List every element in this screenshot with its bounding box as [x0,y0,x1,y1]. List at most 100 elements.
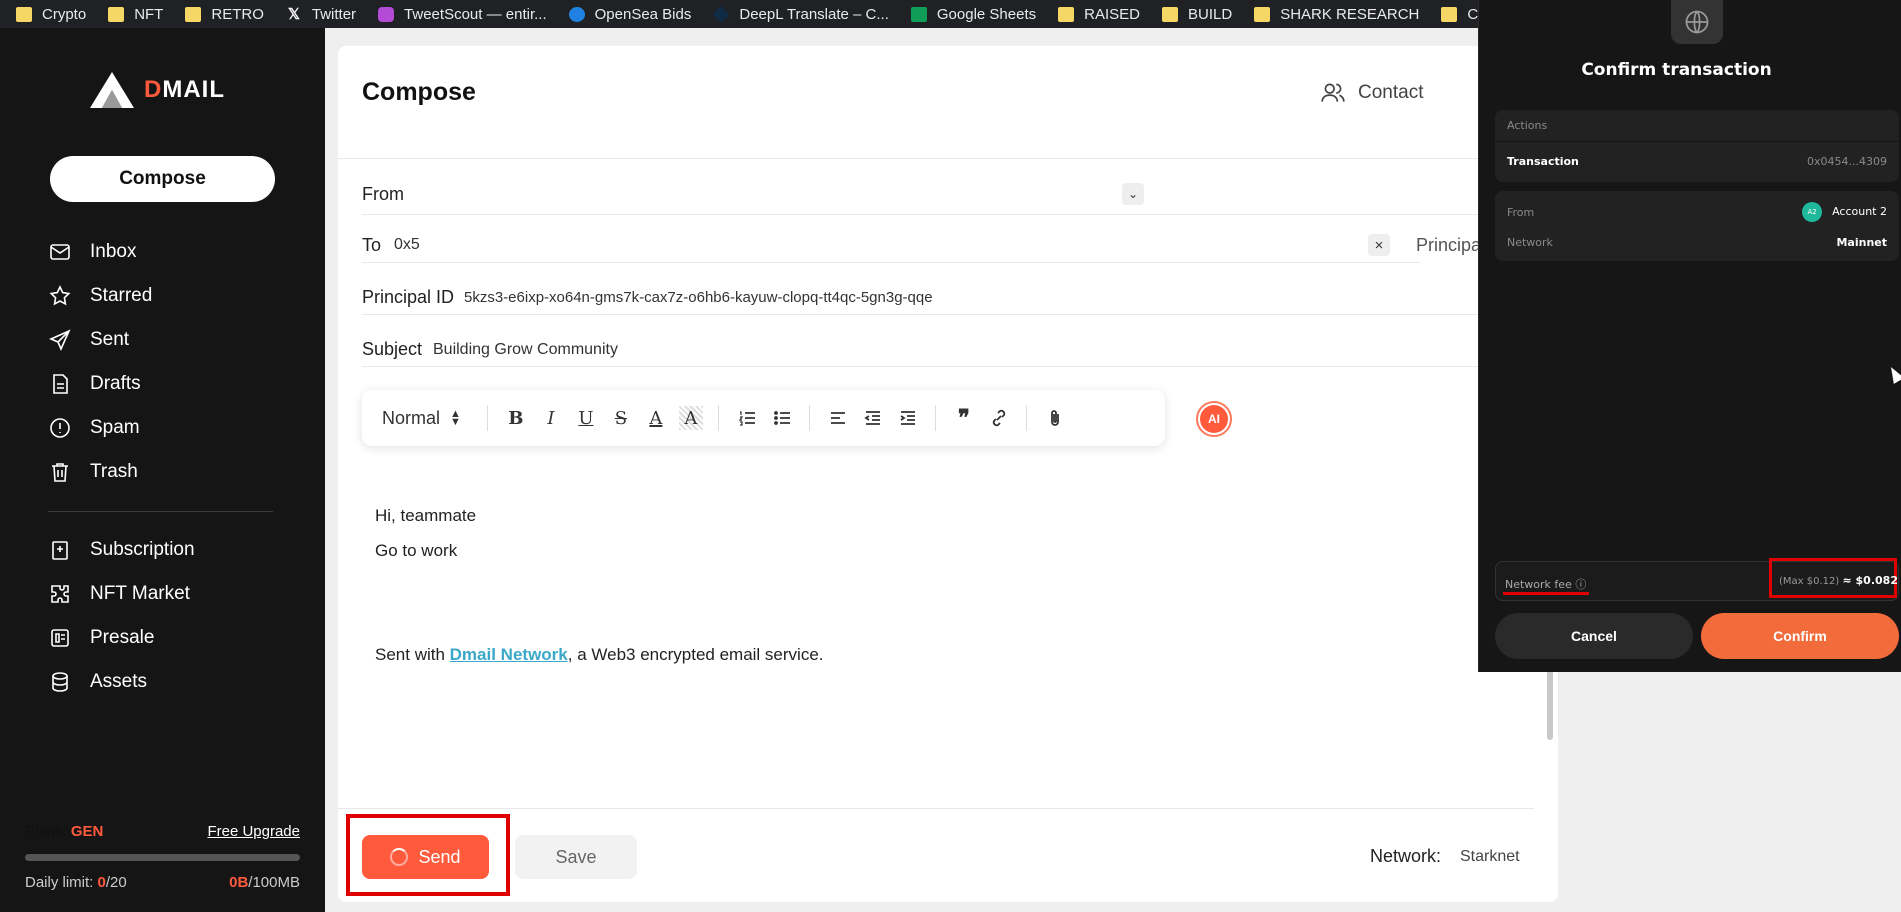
plan-name: GEN [70,823,104,840]
blockquote-icon[interactable]: ❞ [952,405,976,431]
signature: Sent with Dmail Network, a Web3 encrypte… [375,645,824,664]
folder-icon [1058,6,1075,22]
bookmark-retro[interactable]: RETRO [185,6,264,23]
bullet-list-icon[interactable] [770,406,794,430]
cancel-button[interactable]: Cancel [1495,613,1693,659]
network-fee-label[interactable]: Network fee ⓘ [1505,576,1586,592]
sidebar-item-assets[interactable]: Assets [48,660,288,704]
from-dropdown-toggle[interactable]: ⌄ [1122,183,1144,205]
sidebar-item-drafts[interactable]: Drafts [48,362,288,406]
transaction-row[interactable]: Transaction 0x0454...4309 [1495,142,1899,180]
text-color-icon[interactable]: A [644,406,668,430]
storage-total: /100MB [248,874,300,891]
outdent-icon[interactable] [861,406,885,430]
indent-icon[interactable] [896,406,920,430]
avatar: A2 [1802,202,1823,222]
editor-toolbar: Normal ▲ ▼ B I U S A A ❞ [362,390,1165,446]
italic-icon[interactable]: I [539,406,563,430]
highlight-color-icon[interactable]: A [678,406,703,430]
network-label: Network: [1370,846,1442,866]
transaction-label: Transaction [1507,154,1579,168]
page-title: Compose [362,78,476,106]
clear-recipient-button[interactable]: × [1368,234,1390,256]
bookmark-opensea[interactable]: OpenSea Bids [568,6,691,23]
sidebar-item-subscription[interactable]: Subscription [48,528,288,572]
account-selector[interactable]: A2 Account 2 [1802,202,1887,222]
fee-label-highlight [1503,592,1589,595]
globe-icon [1671,0,1723,44]
editor-scrollbar[interactable] [1547,660,1553,740]
header-divider [338,158,1558,159]
body-line-1: Hi, teammate [375,506,477,525]
folder-icon [185,6,202,22]
sidebar-item-sent[interactable]: Sent [48,318,288,362]
folder-icon [1162,6,1178,22]
dmail-network-link[interactable]: Dmail Network [450,645,568,664]
logo-text: MAIL [162,76,225,103]
tab-principal[interactable]: Principal [1416,235,1485,256]
principal-id-input[interactable]: 5kzs3-e6ixp-xo64n-gms7k-cax7z-o6hb6-kayu… [464,289,933,306]
to-label: To [362,235,382,255]
x-icon: 𝕏 [287,5,300,23]
bookmark-raised[interactable]: RAISED [1058,6,1140,23]
send-button[interactable]: Send [362,835,489,879]
subscription-icon [52,541,68,560]
save-button[interactable]: Save [515,835,637,879]
trash-icon [52,463,68,482]
sidebar-divider [48,511,273,512]
compose-button[interactable]: Compose [50,156,275,202]
select-arrows-icon: ▲ ▼ [450,408,461,428]
bookmark-twitter[interactable]: 𝕏 Twitter [286,6,356,23]
logo-text-prefix: D [144,76,163,103]
inbox-icon [50,244,70,260]
underline-icon[interactable]: U [574,406,598,430]
principal-id-label: Principal ID [362,287,455,307]
network-label: Network [1507,235,1553,249]
star-icon [49,285,71,306]
align-left-icon[interactable] [826,406,850,430]
sidebar-item-spam[interactable]: Spam [48,406,288,450]
bookmark-deepl[interactable]: DeepL Translate – C... [712,5,889,23]
actions-card: Actions Transaction 0x0454...4309 [1495,110,1899,182]
sidebar-item-trash[interactable]: Trash [48,450,288,494]
sidebar-item-inbox[interactable]: Inbox [48,230,288,274]
from-label: From [362,184,404,204]
bookmark-crypto[interactable]: Crypto [16,6,86,23]
from-label: From [1507,205,1535,219]
presale-icon [51,629,69,647]
sidebar-item-starred[interactable]: Starred [48,274,288,318]
free-upgrade-link[interactable]: Free Upgrade [207,823,300,840]
spam-icon [50,418,70,438]
to-input[interactable]: 0x5 [394,236,420,254]
ordered-list-icon[interactable] [735,406,759,430]
format-select[interactable]: Normal ▲ ▼ [382,408,461,429]
link-icon[interactable] [987,406,1011,430]
dmail-logo[interactable]: DMAIL [88,70,225,110]
sidebar-item-nft-market[interactable]: NFT Market [48,572,288,616]
bookmark-google-sheets[interactable]: Google Sheets [910,6,1036,23]
ai-assistant-button[interactable]: AI [1196,401,1232,437]
folder-icon [108,6,125,22]
drafts-icon [53,374,68,394]
bookmark-nft[interactable]: NFT [108,6,163,23]
contact-button[interactable]: Contact [1320,80,1423,106]
attachment-icon[interactable] [1043,406,1067,430]
bold-icon[interactable]: B [504,406,528,430]
bookmark-tweetscout[interactable]: TweetScout — entir... [378,6,547,23]
transaction-hash: 0x0454...4309 [1807,154,1887,168]
principal-divider [362,314,1558,315]
network-fee-value: (Max $0.12) ≈ $0.082 [1779,574,1898,587]
plans-label: Plans: [25,823,67,840]
chevron-down-icon: ⌄ [1127,187,1139,201]
sidebar-item-presale[interactable]: Presale [48,616,288,660]
network-value[interactable]: Starknet [1460,848,1520,866]
strikethrough-icon[interactable]: S [609,406,633,430]
sheets-icon [910,6,927,22]
bookmark-shark-research[interactable]: SHARK RESEARCH [1254,6,1419,23]
daily-limit-bar [25,854,300,861]
bookmark-build[interactable]: BUILD [1162,6,1232,23]
confirm-button[interactable]: Confirm [1701,613,1899,659]
actions-label: Actions [1507,119,1548,132]
subject-input[interactable]: Building Grow Community [433,341,618,359]
network-value: Mainnet [1836,235,1887,249]
